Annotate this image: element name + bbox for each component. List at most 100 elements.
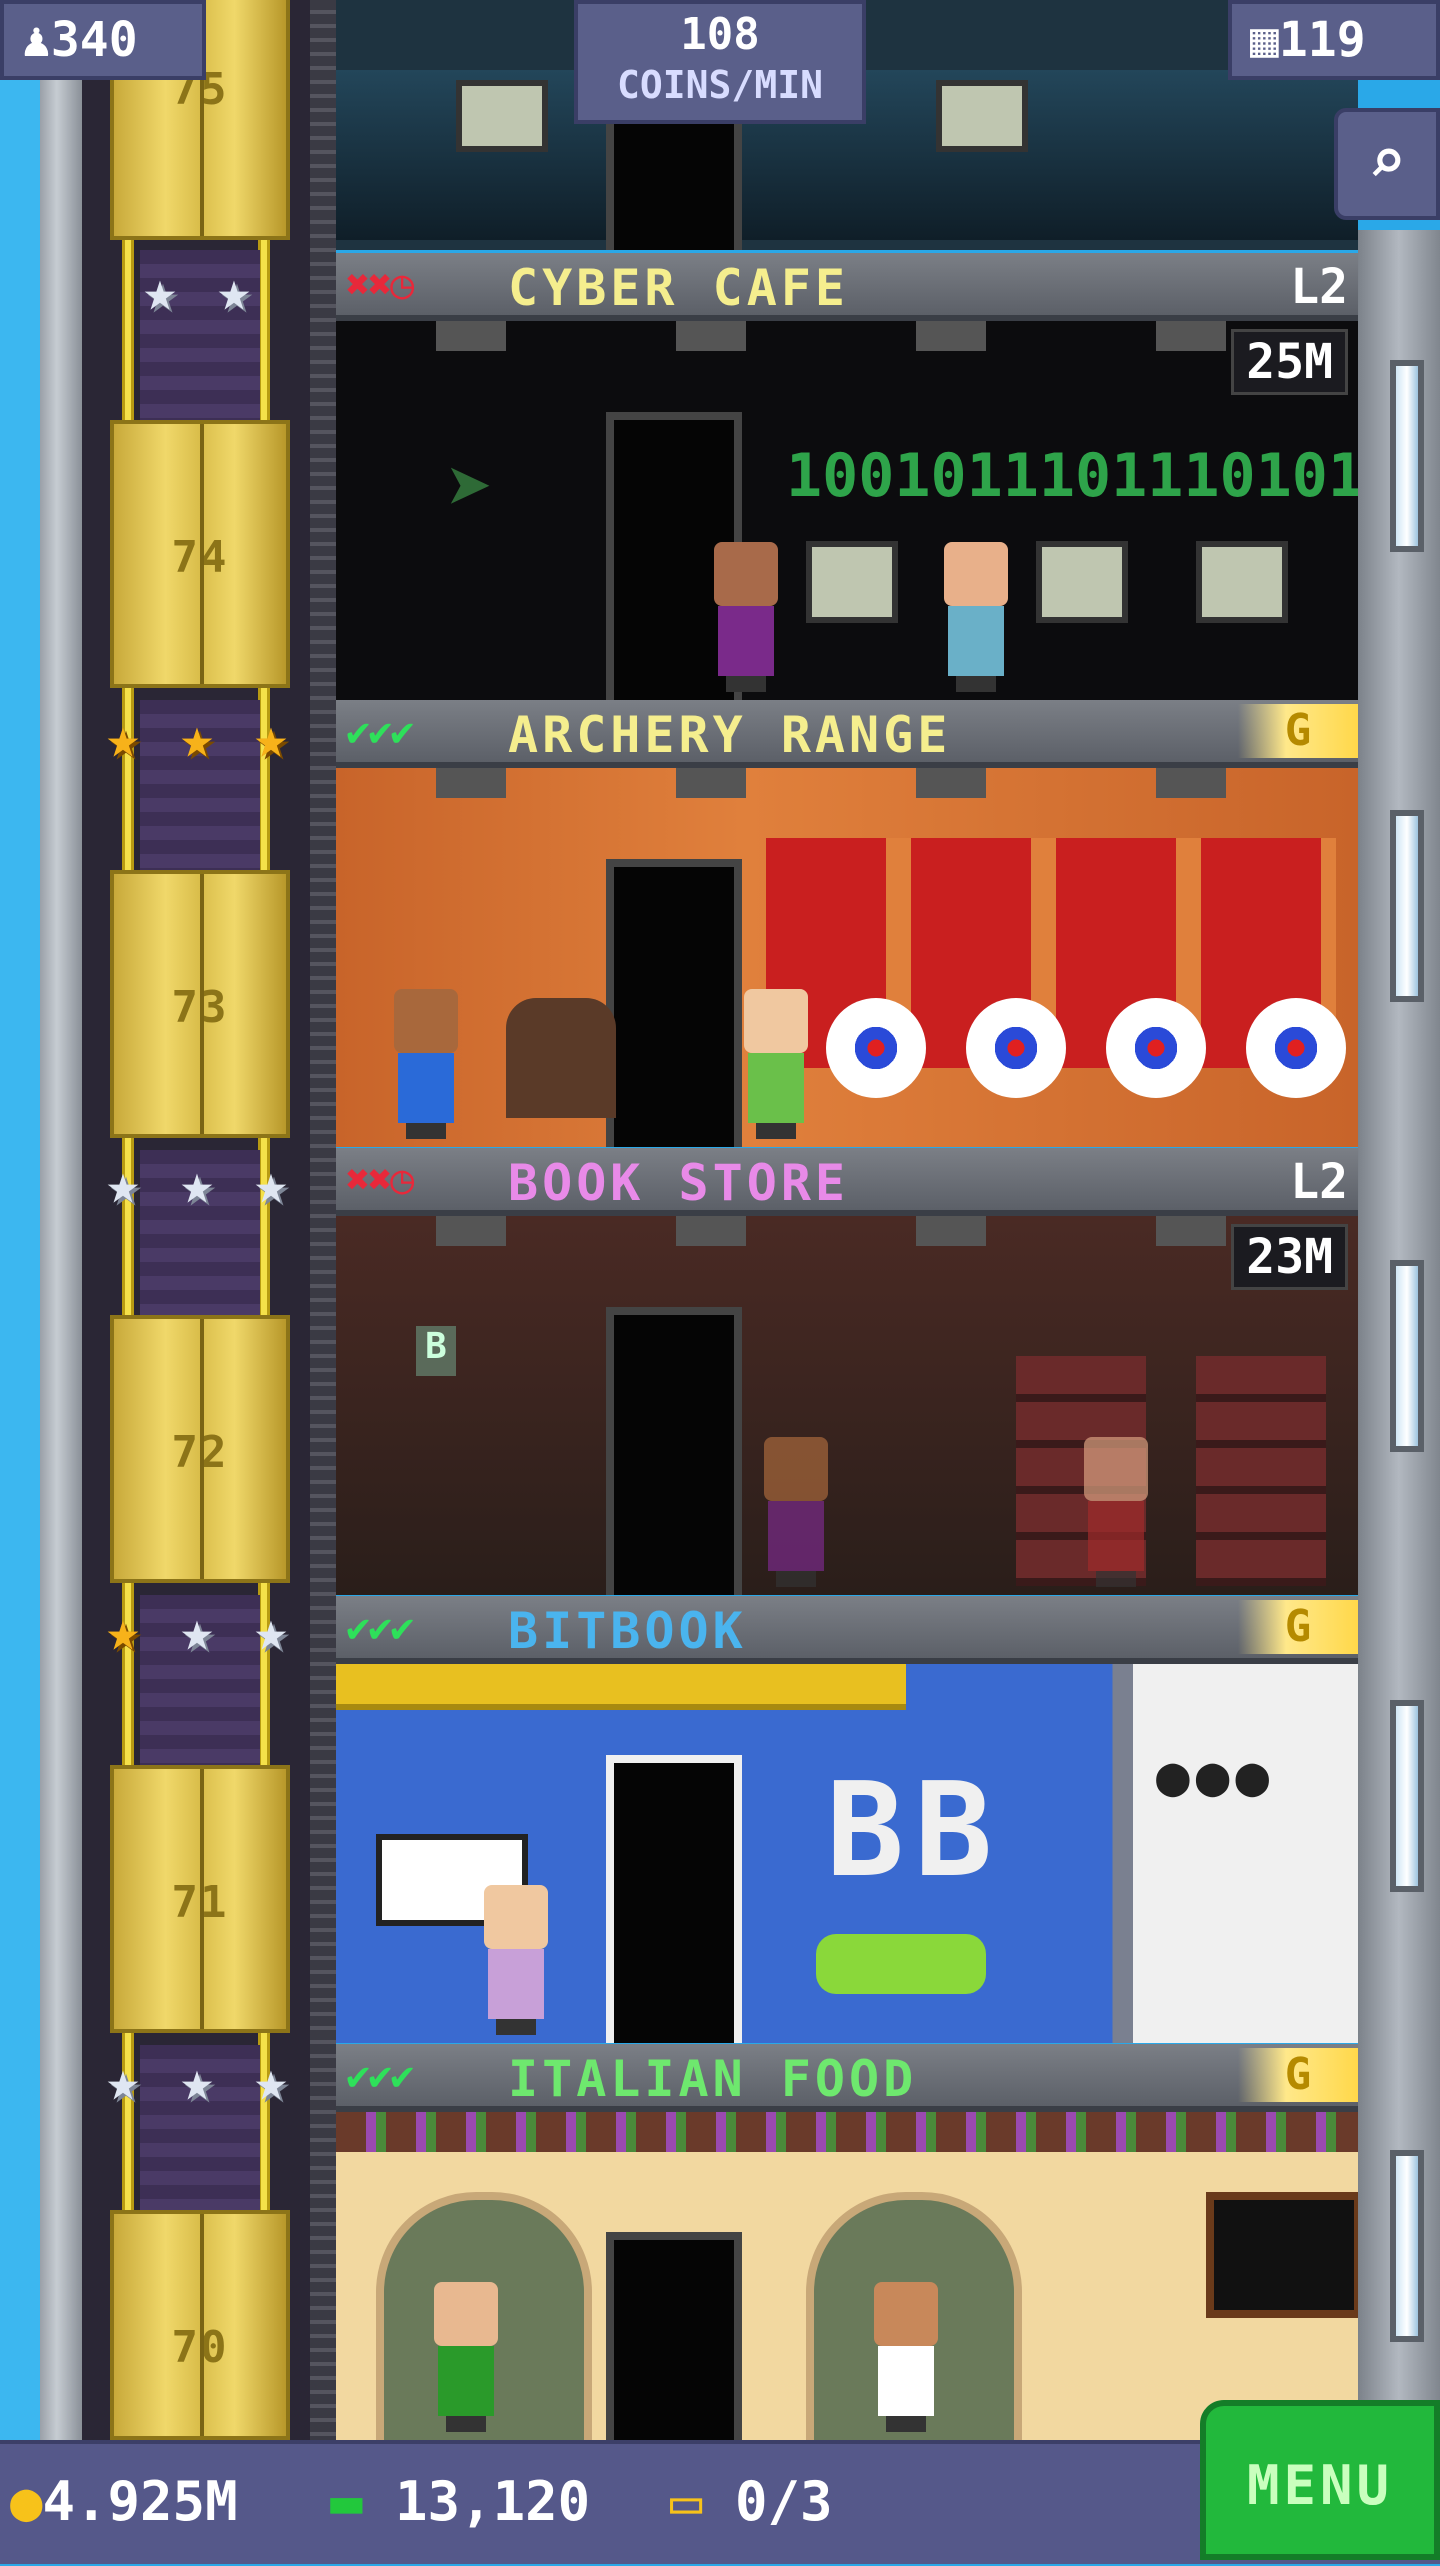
npc-customer[interactable]	[386, 989, 466, 1139]
floor-banner: ✔✔✔ ITALIAN FOOD G	[336, 2044, 1358, 2112]
room-door[interactable]	[606, 2232, 742, 2440]
floor-level: L2	[1290, 1154, 1348, 1210]
population-counter[interactable]: ♟340	[0, 0, 206, 80]
archery-target	[1106, 998, 1206, 1098]
person-icon: ♟	[22, 12, 51, 68]
floor-archery-range[interactable]: ✔✔✔ ARCHERY RANGE G	[336, 700, 1358, 1147]
computer-monitor	[936, 80, 1028, 152]
status-icons: ✔✔✔	[346, 1605, 414, 1651]
archery-target	[1246, 998, 1346, 1098]
star-icon: ★	[254, 2049, 288, 2114]
elevator-door-70[interactable]: 70	[110, 2210, 290, 2440]
npc-customer[interactable]	[1076, 1437, 1156, 1587]
gold-badge: G	[1238, 1600, 1358, 1654]
computer-monitor	[456, 80, 548, 152]
elevator-floor-number: 72	[171, 1427, 229, 1478]
bitbook-logo: BB	[826, 1754, 1003, 1906]
elevator-floor-number: 71	[171, 1877, 229, 1928]
bux-balance[interactable]: ▬ 13,120	[330, 2462, 590, 2542]
npc-customer[interactable]	[426, 2282, 506, 2432]
star-icon: ★	[106, 1599, 140, 1664]
floor-level: L2	[1290, 259, 1348, 315]
tower-window	[1390, 360, 1424, 552]
sky-background	[0, 0, 40, 2440]
elevator-door-73[interactable]: 73	[110, 870, 290, 1138]
clocks-icon: ●●●	[1156, 1744, 1276, 1809]
star-icon: ★	[254, 1599, 288, 1664]
floor-counter[interactable]: ▦119	[1228, 0, 1440, 80]
elevator-door-74[interactable]: 74	[110, 420, 290, 688]
ceiling-lamps	[336, 321, 1358, 351]
bookshelf	[1196, 1356, 1326, 1586]
floor-count-value: 119	[1278, 12, 1366, 68]
ticket-balance[interactable]: ▭ 0/3	[670, 2462, 833, 2542]
floor-banner: ✖✖◷ BOOK STORE L2	[336, 1148, 1358, 1216]
floor-title: ARCHERY RANGE	[508, 706, 952, 764]
floor-banner: ✔✔✔ BITBOOK G	[336, 1596, 1358, 1664]
elevator-floor-number: 73	[171, 982, 229, 1033]
floor-title: BITBOOK	[508, 1602, 747, 1660]
coins-per-minute-label: COINS/MIN	[617, 63, 823, 107]
npc-customer[interactable]	[476, 1885, 556, 2035]
computer-monitor	[1196, 541, 1288, 623]
walrus-pet[interactable]	[506, 998, 616, 1118]
coin-value: 4.925M	[42, 2470, 238, 2533]
npc-customer[interactable]	[706, 542, 786, 692]
book-sign: B	[416, 1326, 456, 1376]
npc-customer[interactable]	[936, 542, 1016, 692]
star-icon: ★	[180, 2049, 214, 2114]
bux-value: 13,120	[395, 2470, 591, 2533]
npc-customer[interactable]	[756, 1437, 836, 1587]
star-icon: ★	[106, 2049, 140, 2114]
magnifier-icon[interactable]: ⌕	[1334, 108, 1440, 220]
room-door[interactable]	[606, 1755, 742, 2043]
grape-vine-decor	[336, 2112, 1358, 2152]
floor-banner: ✔✔✔ ARCHERY RANGE G	[336, 700, 1358, 768]
floor-banner: ✖✖◷ CYBER CAFE L2	[336, 253, 1358, 321]
shaft-rail	[310, 0, 336, 2440]
floor-cyber-cafe[interactable]: ✖✖◷ CYBER CAFE L2 10010111011101011 ➤ 25…	[336, 253, 1358, 700]
room-door[interactable]	[606, 1307, 742, 1595]
cursor-icon: ➤	[446, 441, 495, 534]
tower-window	[1390, 1260, 1424, 1452]
archery-target	[826, 998, 926, 1098]
star-icon: ★	[217, 259, 251, 324]
floor-italian-food[interactable]: ✔✔✔ ITALIAN FOOD G	[336, 2044, 1358, 2440]
coin-balance[interactable]: ●4.925M	[10, 2462, 238, 2542]
gold-badge: G	[1238, 704, 1358, 758]
menu-button[interactable]: MENU	[1200, 2400, 1440, 2560]
floor-book-store[interactable]: ✖✖◷ BOOK STORE L2 B 23M	[336, 1148, 1358, 1595]
npc-chef[interactable]	[866, 2282, 946, 2432]
floor-bitbook[interactable]: ✔✔✔ BITBOOK G BB ●●●	[336, 1596, 1358, 2043]
star-icon: ★	[180, 1152, 214, 1217]
star-icon: ★	[254, 1152, 288, 1217]
status-icons: ✖✖◷	[346, 262, 414, 308]
bux-icon: ▬	[330, 2470, 363, 2533]
star-icon: ★	[106, 706, 140, 771]
floor-title: CYBER CAFE	[508, 259, 850, 317]
room-interior: BB ●●●	[336, 1664, 1358, 2043]
coins-per-minute-value: 108	[680, 9, 760, 60]
yellow-pipe	[336, 1664, 906, 1710]
archery-target	[966, 998, 1066, 1098]
menu-chalkboard	[1206, 2192, 1358, 2318]
ceiling-lamps	[336, 768, 1358, 798]
star-icon: ★	[106, 1152, 140, 1217]
elevator-door-71[interactable]: 71	[110, 1765, 290, 2033]
room-interior	[336, 768, 1358, 1147]
population-value: 340	[50, 12, 138, 68]
tower-window	[1390, 2150, 1424, 2342]
status-icons: ✔✔✔	[346, 2053, 414, 2099]
star-icon: ★	[143, 259, 177, 324]
tower-outer-wall	[40, 0, 82, 2440]
elevator-door-72[interactable]: 72	[110, 1315, 290, 1583]
room-door[interactable]	[606, 859, 742, 1147]
ticket-icon: ▭	[670, 2470, 703, 2533]
coins-per-minute-panel: 108 COINS/MIN	[574, 0, 866, 124]
restock-timer: 25M	[1231, 329, 1348, 395]
room-interior	[336, 2112, 1358, 2440]
coin-icon: ●	[10, 2470, 43, 2533]
gold-badge: G	[1238, 2048, 1358, 2102]
floor-title: ITALIAN FOOD	[508, 2050, 918, 2108]
npc-customer[interactable]	[736, 989, 816, 1139]
